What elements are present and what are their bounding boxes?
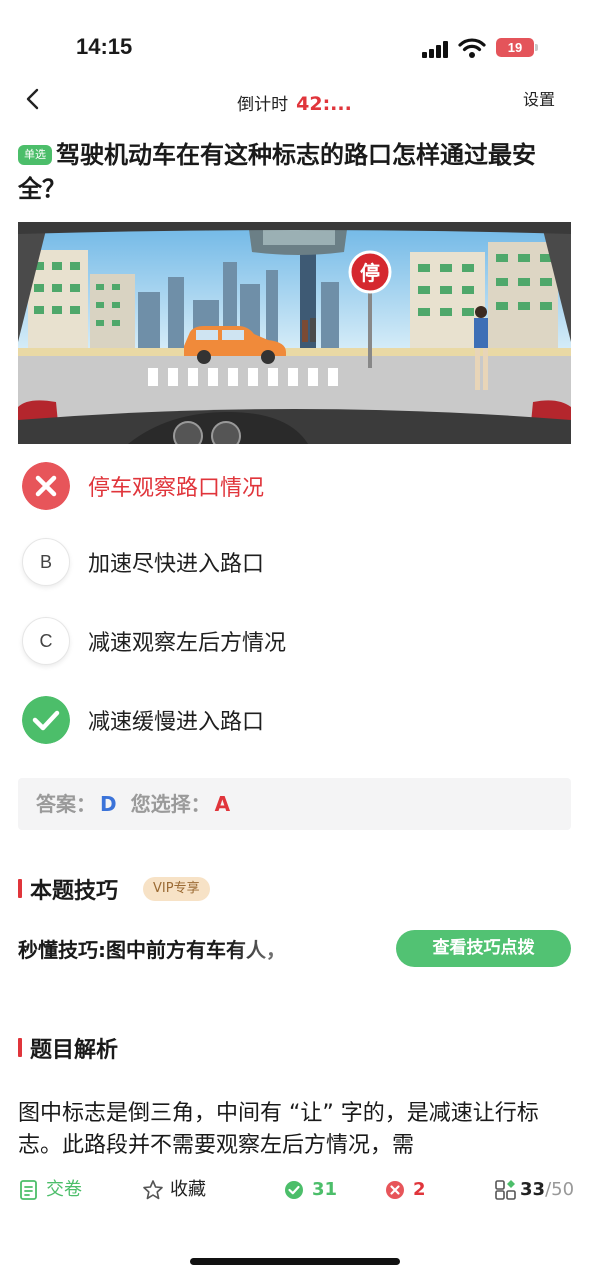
option-c-text: 减速观察左后方情况 [88,631,287,656]
submit-icon [20,1180,37,1200]
option-c-letter: C [22,617,70,665]
progress-button[interactable]: 33/50 [495,1178,575,1202]
option-c[interactable]: C 减速观察左后方情况 [22,615,562,667]
correct-count: 31 [284,1178,344,1202]
view-tips-button[interactable]: 查看技巧点拨 [396,930,571,967]
check-mark-icon [22,696,70,744]
nav-bar: 倒计时 42:... 设置 [0,76,589,126]
question-illustration: 停 [18,222,571,444]
grid-icon [495,1180,516,1200]
stop-sign-text: 停 [360,261,380,285]
star-icon [143,1180,163,1200]
progress-total: /50 [545,1179,575,1200]
option-b-text: 加速尽快进入路口 [88,552,265,577]
analysis-text: 图中标志是倒三角，中间有 “让” 字的，是减速让行标志。此路段并不需要观察左后方… [18,1101,539,1158]
option-d[interactable]: 减速缓慢进入路口 [22,694,562,746]
countdown-timer: 倒计时 42:... [0,90,589,115]
wrong-mark-icon [22,462,70,510]
progress-current: 33 [520,1179,546,1200]
option-a-text: 停车观察路口情况 [88,476,265,501]
wrong-count-value: 2 [413,1179,426,1200]
status-bar: 14:15 19 [0,0,589,70]
question-text: 驾驶机动车在有这种标志的路口怎样通过最安全？ [18,141,536,203]
progress-text: 33/50 [520,1178,574,1202]
option-a[interactable]: 停车观察路口情况 [22,460,562,512]
timer-value: 42:... [296,93,352,115]
option-b-letter: B [22,538,70,586]
timer-label: 倒计时 [237,95,289,115]
option-b[interactable]: B 加速尽快进入路口 [22,536,562,588]
correct-answer: D [100,792,117,816]
favorite-label: 收藏 [170,1179,206,1200]
favorite-button[interactable]: 收藏 [142,1178,222,1202]
analysis-section-title: 题目解析 [18,1032,118,1064]
status-time: 14:15 [76,34,133,59]
cellular-signal-icon [422,40,452,58]
question-type-badge: 单选 [18,145,52,165]
tips-section-title: 本题技巧 [18,873,118,905]
correct-icon [285,1181,303,1199]
answer-label: 答案： [36,792,96,816]
chosen-label: 您选择： [130,792,211,816]
tip-fade [230,930,390,966]
question: 单选 驾驶机动车在有这种标志的路口怎样通过最安全？ [18,138,574,206]
wrong-count: 2 [385,1178,435,1202]
battery-icon: 19 [496,38,534,57]
home-indicator [190,1258,400,1265]
submit-label: 交卷 [46,1179,82,1200]
settings-button[interactable]: 设置 [523,86,555,110]
correct-count-value: 31 [312,1179,338,1200]
wrong-icon [386,1181,404,1199]
submit-button[interactable]: 交卷 [18,1178,98,1202]
wifi-icon [458,38,486,58]
chosen-answer: A [214,792,231,816]
answer-summary: 答案： D 您选择： A [18,778,571,830]
battery-tip [535,44,538,51]
option-d-text: 减速缓慢进入路口 [88,710,265,735]
vip-badge: VIP专享 [143,877,210,901]
